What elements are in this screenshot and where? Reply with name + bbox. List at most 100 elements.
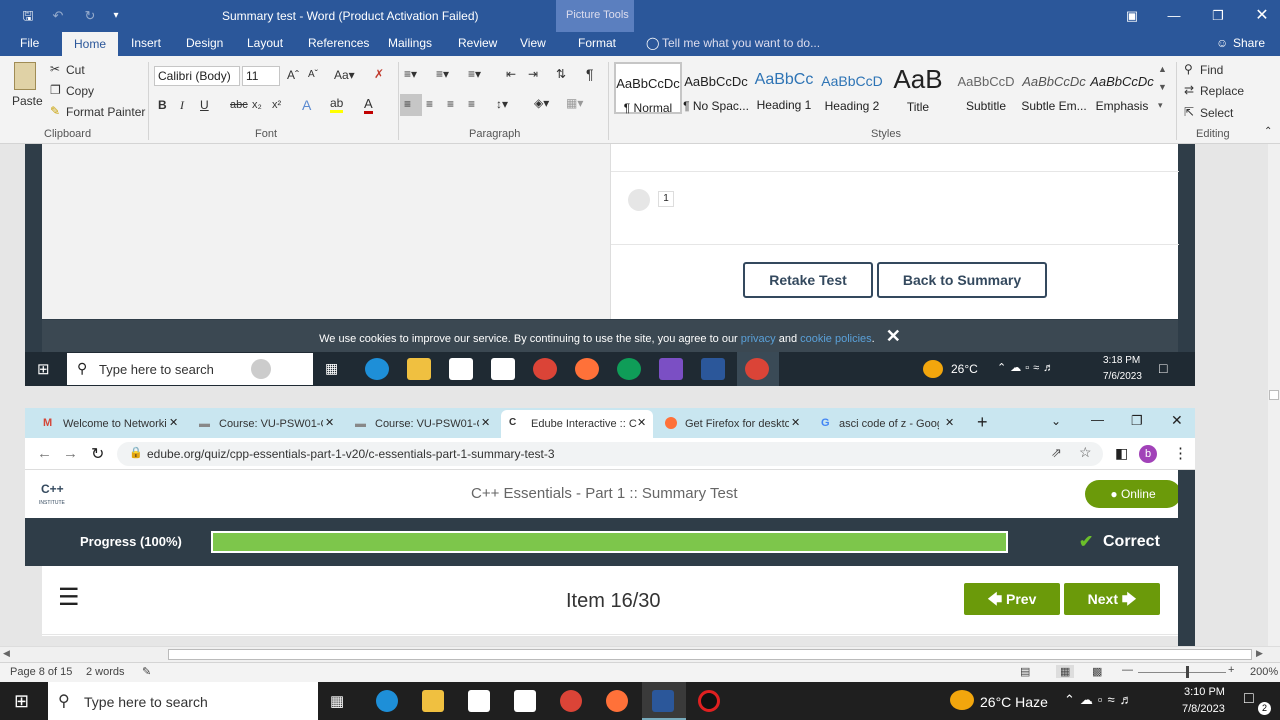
cookie-close-icon[interactable]: ✕ <box>886 326 901 346</box>
multilevel-list-icon[interactable]: ≡▾ <box>468 67 481 81</box>
edge-icon[interactable] <box>365 358 389 380</box>
shrink-font-icon[interactable]: Aˇ <box>308 69 318 80</box>
redo-icon[interactable]: ↻ <box>80 6 100 26</box>
zoom-level[interactable]: 200% <box>1250 666 1278 678</box>
tab-layout[interactable]: Layout <box>247 36 283 50</box>
retake-test-button[interactable]: Retake Test <box>743 262 873 298</box>
profile-avatar[interactable]: b <box>1139 445 1157 463</box>
bullets-icon[interactable]: ≡▾ <box>404 67 417 81</box>
taskbar-explorer-icon[interactable] <box>422 690 444 712</box>
tab-course-2[interactable]: ▬ Course: VU-PSW01-C <box>353 412 479 438</box>
chrome-icon[interactable] <box>533 358 557 380</box>
file-explorer-icon[interactable] <box>407 358 431 380</box>
grow-font-icon[interactable]: Aˆ <box>287 68 299 82</box>
tab-view[interactable]: View <box>520 36 546 50</box>
tab-close-icon[interactable]: ✕ <box>169 416 178 429</box>
zoom-in-icon[interactable]: + <box>1228 664 1234 676</box>
visual-studio-icon[interactable] <box>659 358 683 380</box>
taskbar-mail-icon[interactable] <box>514 690 536 712</box>
horizontal-scroll-thumb[interactable] <box>168 649 1252 660</box>
start-icon[interactable]: ⊞ <box>14 691 29 712</box>
tab-course-1[interactable]: ▬ Course: VU-PSW01-C <box>197 412 323 438</box>
hamburger-menu-icon[interactable]: ☰ <box>58 586 80 610</box>
align-center-icon[interactable]: ≡ <box>426 97 433 111</box>
decrease-indent-icon[interactable]: ⇤ <box>506 67 516 81</box>
font-color-icon[interactable]: A <box>364 96 373 114</box>
cpp-institute-logo[interactable]: C++ <box>41 482 64 496</box>
taskbar-tray-icons[interactable]: ⌃☁▫≈♬ <box>1064 692 1138 708</box>
style-normal[interactable]: AaBbCcDc ¶ Normal <box>614 62 682 115</box>
paste-icon[interactable] <box>14 62 36 90</box>
style-title[interactable]: AaB Title <box>884 62 952 114</box>
taskbar-recorder-icon[interactable] <box>698 690 720 712</box>
chrome-minimize-icon[interactable]: — <box>1091 412 1104 427</box>
task-view-icon[interactable]: ▦ <box>325 360 338 377</box>
proofing-icon[interactable]: ✎ <box>142 665 151 678</box>
tab-gmail[interactable]: M Welcome to Networki <box>41 412 181 438</box>
minimize-icon[interactable]: — <box>1164 6 1184 26</box>
word-count[interactable]: 2 words <box>86 666 125 678</box>
format-painter-button[interactable]: Format Painter <box>66 105 145 119</box>
taskbar-chrome-icon[interactable] <box>560 690 582 712</box>
bookmark-star-icon[interactable]: ☆ <box>1079 444 1092 461</box>
cookie-policies-link[interactable]: cookie policies <box>800 333 872 345</box>
tab-firefox[interactable]: Get Firefox for deskto <box>661 412 789 438</box>
zoom-slider-thumb[interactable] <box>1186 666 1189 678</box>
tab-home[interactable]: Home <box>62 32 119 56</box>
tell-me-box[interactable]: Tell me what you want to do... <box>662 36 820 50</box>
text-effects-icon[interactable]: A <box>302 97 311 113</box>
horizontal-scrollbar[interactable]: ◀ ▶ <box>0 646 1280 662</box>
paste-button[interactable]: Paste <box>12 94 43 108</box>
side-panel-icon[interactable]: ◧ <box>1115 445 1128 462</box>
tab-close-icon[interactable]: ✕ <box>325 416 334 429</box>
chrome-menu-icon[interactable]: ⋮ <box>1173 444 1188 462</box>
chrome-close-icon[interactable]: ✕ <box>1171 412 1183 429</box>
style-heading-1[interactable]: AaBbCc Heading 1 <box>750 62 818 114</box>
italic-icon[interactable]: I <box>180 98 184 113</box>
tab-edube-active[interactable]: C Edube Interactive :: C <box>501 410 653 438</box>
zoom-slider[interactable] <box>1138 672 1226 673</box>
ribbon-display-icon[interactable]: ▣ <box>1122 6 1142 26</box>
tab-google[interactable]: Gasci code of z - Goog <box>817 412 939 438</box>
find-button[interactable]: Find <box>1200 63 1223 77</box>
justify-icon[interactable]: ≡ <box>468 97 475 111</box>
strikethrough-icon[interactable]: abc <box>230 99 248 111</box>
back-icon[interactable]: ← <box>37 445 52 462</box>
tab-close-icon[interactable]: ✕ <box>791 416 800 429</box>
superscript-icon[interactable]: x² <box>272 99 281 111</box>
forward-icon[interactable]: → <box>63 445 78 462</box>
taskbar-search-box[interactable]: ⚲ Type here to search <box>48 682 318 720</box>
tab-design[interactable]: Design <box>186 36 223 50</box>
new-tab-icon[interactable]: + <box>977 412 988 433</box>
prev-button[interactable]: 🡄 Prev <box>964 583 1060 615</box>
cut-button[interactable]: Cut <box>66 63 85 77</box>
chrome-active-icon[interactable] <box>745 358 769 380</box>
scroll-right-icon[interactable]: ▶ <box>1256 648 1263 659</box>
change-case-icon[interactable]: Aa▾ <box>334 68 355 82</box>
style-emphasis[interactable]: AaBbCcDc Emphasis <box>1088 62 1156 114</box>
taskbar-edge-icon[interactable] <box>376 690 398 712</box>
subscript-icon[interactable]: x₂ <box>252 99 262 111</box>
save-icon[interactable]: 🖫 <box>18 6 38 26</box>
notification-icon[interactable]: □ <box>1159 360 1167 376</box>
taskbar-time[interactable]: 3:10 PM <box>1184 686 1225 698</box>
select-button[interactable]: Select <box>1200 106 1233 120</box>
shading-icon[interactable]: ◈▾ <box>534 96 549 110</box>
zoom-out-icon[interactable]: — <box>1122 664 1133 676</box>
line-spacing-icon[interactable]: ↕▾ <box>496 97 508 111</box>
taskbar-task-view-icon[interactable]: ▦ <box>330 692 344 710</box>
style-subtitle[interactable]: AaBbCcD Subtitle <box>952 62 1020 114</box>
increase-indent-icon[interactable]: ⇥ <box>528 67 538 81</box>
web-layout-icon[interactable]: ▩ <box>1092 665 1102 678</box>
borders-icon[interactable]: ▦▾ <box>566 96 583 110</box>
taskbar-store-icon[interactable] <box>468 690 490 712</box>
system-tray-icons[interactable]: ⌃☁▫≈♬ <box>997 361 1058 374</box>
search-box[interactable]: ⚲ Type here to search <box>67 353 313 385</box>
pilcrow-icon[interactable]: ¶ <box>586 66 594 82</box>
tab-review[interactable]: Review <box>458 36 497 50</box>
reload-icon[interactable]: ↻ <box>91 444 104 464</box>
next-button[interactable]: Next 🡆 <box>1064 583 1160 615</box>
tab-close-icon[interactable]: ✕ <box>481 416 490 429</box>
clear-format-icon[interactable]: ✗ <box>374 67 384 81</box>
scroll-left-icon[interactable]: ◀ <box>3 648 10 659</box>
